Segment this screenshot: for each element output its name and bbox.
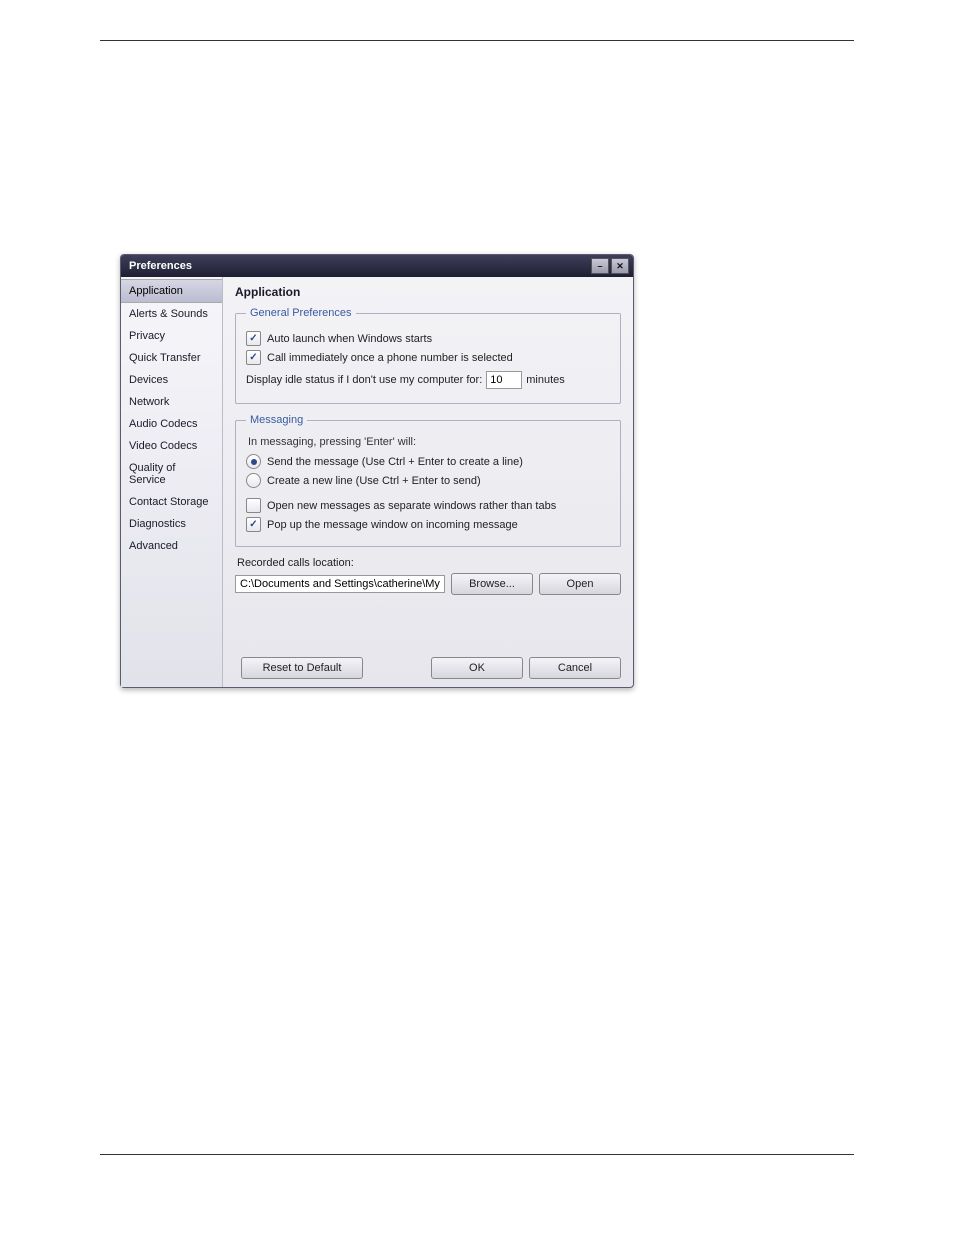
enter-newline-label: Create a new line (Use Ctrl + Enter to s… [267, 475, 481, 487]
popup-message-checkbox[interactable] [246, 517, 261, 532]
sidebar-item-video-codecs[interactable]: Video Codecs [121, 435, 222, 457]
call-immediately-checkbox[interactable] [246, 350, 261, 365]
open-button[interactable]: Open [539, 573, 621, 595]
sidebar-item-quality-of-service[interactable]: Quality of Service [121, 457, 222, 491]
auto-launch-checkbox[interactable] [246, 331, 261, 346]
sidebar-item-diagnostics[interactable]: Diagnostics [121, 513, 222, 535]
browse-button[interactable]: Browse... [451, 573, 533, 595]
messaging-intro: In messaging, pressing 'Enter' will: [248, 436, 610, 448]
separate-windows-checkbox[interactable] [246, 498, 261, 513]
separate-windows-label: Open new messages as separate windows ra… [267, 500, 556, 512]
sidebar-item-advanced[interactable]: Advanced [121, 535, 222, 557]
messaging-legend: Messaging [246, 414, 307, 426]
minimize-button[interactable]: – [591, 258, 609, 274]
dialog-footer: Reset to Default OK Cancel [235, 657, 621, 679]
sidebar: Application Alerts & Sounds Privacy Quic… [121, 277, 223, 687]
messaging-group: Messaging In messaging, pressing 'Enter'… [235, 414, 621, 547]
close-button[interactable]: ✕ [611, 258, 629, 274]
enter-send-radio[interactable] [246, 454, 261, 469]
sidebar-item-alerts-sounds[interactable]: Alerts & Sounds [121, 303, 222, 325]
panel-title: Application [235, 285, 621, 299]
sidebar-item-network[interactable]: Network [121, 391, 222, 413]
dialog-title: Preferences [129, 260, 589, 272]
general-legend: General Preferences [246, 307, 356, 319]
sidebar-item-privacy[interactable]: Privacy [121, 325, 222, 347]
recorded-location-label: Recorded calls location: [237, 557, 621, 569]
page-bottom-rule [100, 1154, 854, 1155]
preferences-dialog: Preferences – ✕ Application Alerts & Sou… [120, 254, 634, 688]
titlebar: Preferences – ✕ [121, 255, 633, 277]
general-preferences-group: General Preferences Auto launch when Win… [235, 307, 621, 404]
sidebar-item-devices[interactable]: Devices [121, 369, 222, 391]
idle-prefix-label: Display idle status if I don't use my co… [246, 374, 482, 386]
enter-send-label: Send the message (Use Ctrl + Enter to cr… [267, 456, 523, 468]
recorded-location-input[interactable] [235, 575, 445, 593]
auto-launch-label: Auto launch when Windows starts [267, 333, 432, 345]
sidebar-item-audio-codecs[interactable]: Audio Codecs [121, 413, 222, 435]
sidebar-item-contact-storage[interactable]: Contact Storage [121, 491, 222, 513]
sidebar-item-application[interactable]: Application [121, 279, 222, 303]
page-top-rule [100, 40, 854, 41]
idle-suffix-label: minutes [526, 374, 565, 386]
popup-message-label: Pop up the message window on incoming me… [267, 519, 518, 531]
panel: Application General Preferences Auto lau… [223, 277, 633, 687]
reset-to-default-button[interactable]: Reset to Default [241, 657, 363, 679]
ok-button[interactable]: OK [431, 657, 523, 679]
sidebar-item-quick-transfer[interactable]: Quick Transfer [121, 347, 222, 369]
enter-newline-radio[interactable] [246, 473, 261, 488]
call-immediately-label: Call immediately once a phone number is … [267, 352, 513, 364]
cancel-button[interactable]: Cancel [529, 657, 621, 679]
idle-minutes-input[interactable] [486, 371, 522, 389]
